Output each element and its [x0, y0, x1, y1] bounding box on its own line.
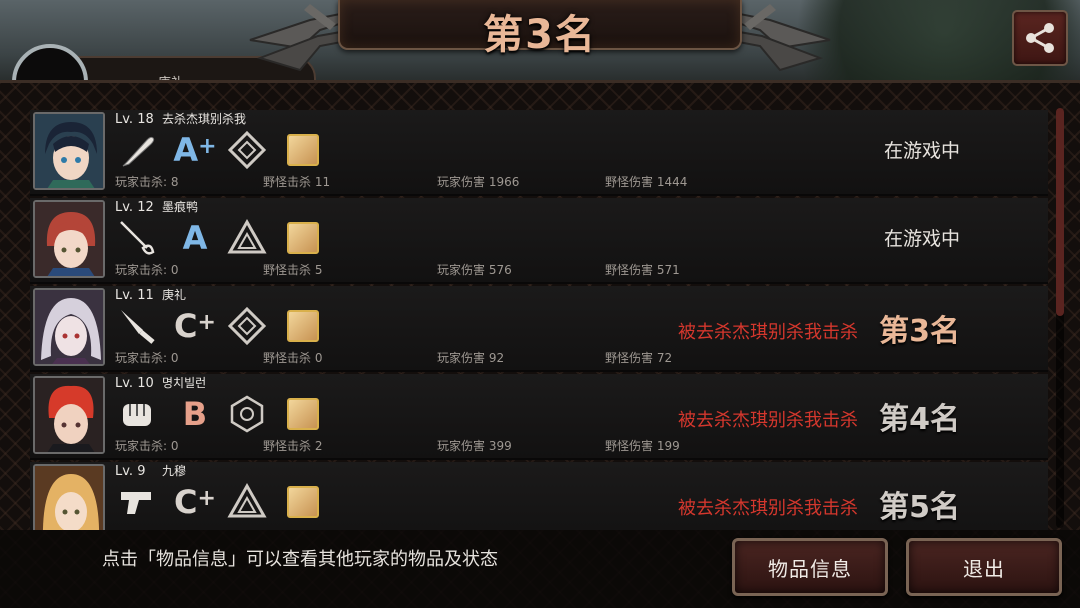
item-box-icon[interactable] [282, 130, 324, 170]
player-name: 명치빌런 [162, 376, 207, 390]
grade-badge: C + [174, 307, 216, 345]
grade-badge: B [182, 395, 208, 433]
player-loadout: A + [116, 130, 326, 170]
player-name: 庚礼 [162, 288, 187, 302]
monster-damage: 野怪伤害 1444 [605, 175, 688, 189]
rank-label: 第4名 [879, 402, 960, 437]
grade-badge: A + [173, 131, 217, 169]
player-damage: 玩家伤害 1966 [437, 175, 520, 189]
item-box-icon[interactable] [282, 306, 324, 346]
rank-label: 第5名 [879, 490, 960, 525]
killed-by-text: 被去杀杰琪别杀我击杀 [678, 498, 858, 519]
player-kills: 玩家击杀: 0 [115, 439, 179, 453]
player-avatar [33, 464, 105, 530]
player-name: 去杀杰琪别杀我 [162, 112, 247, 126]
player-loadout: A [116, 218, 326, 258]
item-box-icon[interactable] [282, 218, 324, 258]
footer-hint: 点击「物品信息」可以查看其他玩家的物品及状态 [102, 549, 498, 570]
player-stats: 玩家击杀: 0 野怪击杀 0 玩家伤害 92 野怪伤害 72 [115, 349, 735, 365]
knife-icon [116, 306, 158, 346]
player-avatar [33, 376, 105, 454]
in-game-status: 在游戏中 [883, 140, 960, 162]
grade-badge: A [182, 219, 208, 257]
triangle-emblem-icon [226, 218, 268, 258]
player-stats: 玩家击杀: 8 野怪击杀 11 玩家伤害 1966 野怪伤害 1444 [115, 173, 735, 189]
monster-damage: 野怪伤害 72 [605, 351, 673, 365]
player-kills: 玩家击杀: 0 [115, 351, 179, 365]
share-button[interactable] [1012, 10, 1068, 66]
monster-kills: 野怪击杀 11 [263, 175, 331, 189]
player-loadout: C + [116, 482, 326, 522]
monster-kills: 野怪击杀 2 [263, 439, 323, 453]
monster-damage: 野怪伤害 571 [605, 263, 680, 277]
player-level: Lv. 10 [115, 376, 154, 391]
player-row[interactable]: Lv. 9 九穆 C + 被去杀杰琪别杀我击杀 第5名 [30, 462, 1048, 530]
player-stats: 玩家击杀: 0 野怪击杀 2 玩家伤害 399 野怪伤害 199 [115, 437, 735, 453]
player-row[interactable]: Lv. 18 去杀杰琪别杀我 A + 玩家击杀: 8 野怪击杀 11 玩家伤害 1… [30, 110, 1048, 196]
pistol-icon [116, 482, 158, 522]
killed-by-text: 被去杀杰琪别杀我击杀 [678, 410, 858, 431]
glove-icon [116, 394, 158, 434]
share-icon [1026, 23, 1054, 53]
hexagon-emblem-icon [226, 394, 268, 434]
scrollbar-thumb[interactable] [1056, 108, 1064, 316]
player-damage: 玩家伤害 399 [437, 439, 512, 453]
grade-badge: C + [174, 483, 216, 521]
item-box-icon[interactable] [282, 394, 324, 434]
player-loadout: C + [116, 306, 326, 346]
player-row[interactable]: Lv. 10 명치빌런 B 玩家击杀: 0 野怪击杀 2 玩家伤害 399 野怪… [30, 374, 1048, 460]
player-level: Lv. 9 [115, 464, 146, 479]
player-damage: 玩家伤害 92 [437, 351, 505, 365]
player-name: 墨痕鸭 [162, 200, 199, 214]
player-kills: 玩家击杀: 8 [115, 175, 179, 189]
player-damage: 玩家伤害 576 [437, 263, 512, 277]
triangle-emblem-icon [226, 482, 268, 522]
player-stats: 玩家击杀: 0 野怪击杀 5 玩家伤害 576 野怪伤害 571 [115, 261, 735, 277]
in-game-status: 在游戏中 [883, 228, 960, 250]
item-box-icon[interactable] [282, 482, 324, 522]
player-name: 九穆 [162, 464, 187, 478]
rank-label: 第3名 [879, 314, 960, 349]
exit-button[interactable]: 退出 [906, 538, 1062, 596]
list-scrollbar[interactable] [1056, 108, 1064, 528]
rapier-icon [116, 218, 158, 258]
player-loadout: B [116, 394, 326, 434]
killed-by-text: 被去杀杰琪别杀我击杀 [678, 322, 858, 343]
item-info-button[interactable]: 物品信息 [732, 538, 888, 596]
diamond-emblem-icon [226, 130, 268, 170]
player-level: Lv. 18 [115, 112, 154, 127]
monster-kills: 野怪击杀 5 [263, 263, 323, 277]
bat-icon [116, 130, 158, 170]
page-title: 第3名 [483, 12, 597, 58]
player-row[interactable]: Lv. 11 庚礼 C + 玩家击杀: 0 野怪击杀 0 玩家伤害 92 野怪伤害… [30, 286, 1048, 372]
player-list[interactable]: Lv. 18 去杀杰琪别杀我 A + 玩家击杀: 8 野怪击杀 11 玩家伤害 1… [30, 110, 1050, 530]
player-row[interactable]: Lv. 12 墨痕鸭 A 玩家击杀: 0 野怪击杀 5 玩家伤害 576 野怪伤… [30, 198, 1048, 284]
player-kills: 玩家击杀: 0 [115, 263, 179, 277]
player-level: Lv. 11 [115, 288, 154, 303]
player-avatar [33, 112, 105, 190]
player-level: Lv. 12 [115, 200, 154, 215]
monster-kills: 野怪击杀 0 [263, 351, 323, 365]
player-avatar [33, 288, 105, 366]
monster-damage: 野怪伤害 199 [605, 439, 680, 453]
player-avatar [33, 200, 105, 278]
diamond-emblem-icon [226, 306, 268, 346]
